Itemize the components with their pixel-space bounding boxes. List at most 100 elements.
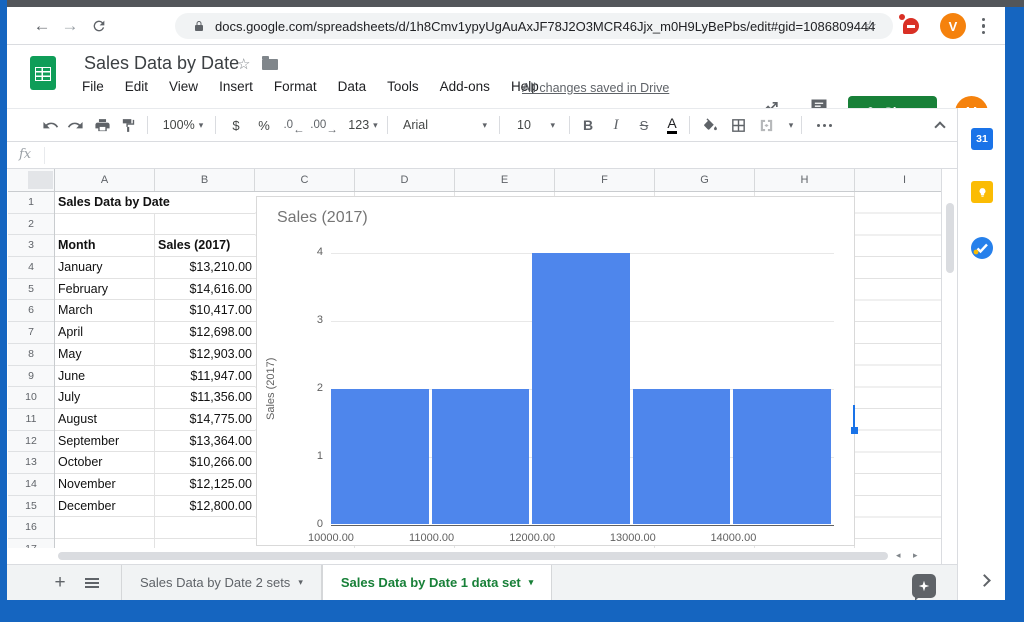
browser-profile-avatar[interactable]: V xyxy=(940,13,966,39)
menu-data[interactable]: Data xyxy=(338,79,367,94)
histogram-bar[interactable] xyxy=(532,253,630,524)
row-header-6[interactable]: 6 xyxy=(8,300,54,322)
menu-tools[interactable]: Tools xyxy=(387,79,419,94)
row-header-3[interactable]: 3 xyxy=(8,235,54,257)
row-header-12[interactable]: 12 xyxy=(8,431,54,453)
cell-empty[interactable] xyxy=(155,517,255,538)
histogram-bar[interactable] xyxy=(432,389,530,524)
back-button[interactable]: ← xyxy=(31,15,53,37)
sheet-tab-menu-caret[interactable]: ▾ xyxy=(298,577,303,588)
print-button[interactable] xyxy=(89,109,115,141)
cell-empty[interactable] xyxy=(55,517,155,538)
row-header-8[interactable]: 8 xyxy=(8,344,54,366)
cell-month[interactable]: December xyxy=(55,496,155,517)
menu-insert[interactable]: Insert xyxy=(219,79,253,94)
cell-empty[interactable] xyxy=(155,214,255,235)
histogram-bar[interactable] xyxy=(331,389,429,524)
histogram-bar[interactable] xyxy=(733,389,831,524)
row-header-4[interactable]: 4 xyxy=(8,257,54,279)
column-header-I[interactable]: I xyxy=(855,169,941,191)
zoom-select[interactable]: 100%▾ xyxy=(155,109,211,141)
column-header-B[interactable]: B xyxy=(155,169,255,191)
sheet-tab-1-data-set[interactable]: Sales Data by Date 1 data set▾ xyxy=(322,565,552,600)
row-header-11[interactable]: 11 xyxy=(8,409,54,431)
scroll-right-icon[interactable]: ▸ xyxy=(913,550,918,561)
format-currency-button[interactable]: $ xyxy=(225,109,247,141)
document-title[interactable]: Sales Data by Date xyxy=(84,53,239,74)
cell-month[interactable]: November xyxy=(55,474,155,495)
decrease-decimal-button[interactable]: .0← xyxy=(281,109,307,141)
sheet-tab-2-sets[interactable]: Sales Data by Date 2 sets▾ xyxy=(121,565,322,600)
sheets-logo-icon[interactable] xyxy=(30,56,56,90)
row-header-1[interactable]: 1 xyxy=(8,192,54,214)
undo-button[interactable] xyxy=(37,109,63,141)
paint-format-button[interactable] xyxy=(115,109,141,141)
more-toolbar-button[interactable] xyxy=(809,109,839,141)
cell-month[interactable]: August xyxy=(55,409,155,430)
cell-month[interactable]: June xyxy=(55,366,155,387)
cell-sales-value[interactable]: $10,417.00 xyxy=(155,300,255,321)
select-all-corner[interactable] xyxy=(8,169,55,192)
text-color-button[interactable]: A xyxy=(659,109,685,141)
row-header-13[interactable]: 13 xyxy=(8,452,54,474)
number-format-button[interactable]: 123▾ xyxy=(343,109,383,141)
vertical-scrollbar[interactable] xyxy=(941,169,957,564)
redo-button[interactable] xyxy=(63,109,89,141)
row-header-17[interactable]: 17 xyxy=(8,539,54,548)
extension-icon[interactable] xyxy=(903,18,919,34)
column-header-H[interactable]: H xyxy=(755,169,855,191)
sheet-tab-menu-caret[interactable]: ▾ xyxy=(529,577,534,588)
italic-button[interactable]: I xyxy=(603,109,629,141)
column-header-C[interactable]: C xyxy=(255,169,355,191)
cell-sales-value[interactable]: $12,800.00 xyxy=(155,496,255,517)
row-header-15[interactable]: 15 xyxy=(8,496,54,518)
cell-A1[interactable]: Sales Data by Date xyxy=(55,192,255,213)
cell-sales-value[interactable]: $14,775.00 xyxy=(155,409,255,430)
all-sheets-button[interactable] xyxy=(75,565,109,600)
strikethrough-button[interactable]: S xyxy=(631,109,657,141)
chart-resize-handle[interactable] xyxy=(851,427,858,434)
row-header-5[interactable]: 5 xyxy=(8,279,54,301)
cell-month[interactable]: March xyxy=(55,300,155,321)
cell-empty[interactable] xyxy=(155,539,255,548)
menu-file[interactable]: File xyxy=(82,79,104,94)
move-folder-icon[interactable] xyxy=(262,59,278,70)
menu-format[interactable]: Format xyxy=(274,79,317,94)
cell-month[interactable]: July xyxy=(55,387,155,408)
cell-sales-value[interactable]: $12,125.00 xyxy=(155,474,255,495)
cell-sales-value[interactable]: $14,616.00 xyxy=(155,279,255,300)
row-header-16[interactable]: 16 xyxy=(8,517,54,539)
vertical-scrollbar-thumb[interactable] xyxy=(946,203,954,273)
column-header-F[interactable]: F xyxy=(555,169,655,191)
forward-button[interactable]: → xyxy=(59,15,81,37)
cell-sales-value[interactable]: $12,698.00 xyxy=(155,322,255,343)
histogram-bar[interactable] xyxy=(633,389,731,524)
hide-toolbar-button[interactable] xyxy=(927,109,953,141)
menu-addons[interactable]: Add-ons xyxy=(440,79,490,94)
cell-month[interactable]: October xyxy=(55,452,155,473)
row-header-2[interactable]: 2 xyxy=(8,214,54,236)
cell-sales-value[interactable]: $13,364.00 xyxy=(155,431,255,452)
cell-month[interactable]: February xyxy=(55,279,155,300)
format-percent-button[interactable]: % xyxy=(253,109,275,141)
cell-sales-value[interactable]: $12,903.00 xyxy=(155,344,255,365)
horizontal-scrollbar-thumb[interactable] xyxy=(58,552,888,560)
fill-color-button[interactable] xyxy=(697,109,723,141)
menu-edit[interactable]: Edit xyxy=(125,79,148,94)
column-header-D[interactable]: D xyxy=(355,169,455,191)
column-header-G[interactable]: G xyxy=(655,169,755,191)
cell-empty[interactable] xyxy=(55,539,155,548)
scroll-left-icon[interactable]: ◂ xyxy=(896,550,901,561)
cell-month[interactable]: May xyxy=(55,344,155,365)
hide-side-panel-chevron[interactable] xyxy=(978,574,991,587)
bookmark-star-icon[interactable]: ☆ xyxy=(864,17,877,35)
menu-view[interactable]: View xyxy=(169,79,198,94)
refresh-button[interactable] xyxy=(88,15,110,37)
cell-month[interactable]: January xyxy=(55,257,155,278)
cell-sales-value[interactable]: $13,210.00 xyxy=(155,257,255,278)
explore-button[interactable] xyxy=(912,574,936,598)
cell-sales-value[interactable]: $11,356.00 xyxy=(155,387,255,408)
merge-options-caret[interactable]: ▾ xyxy=(783,109,799,141)
cell-empty[interactable] xyxy=(55,214,155,235)
column-header-A[interactable]: A xyxy=(55,169,155,191)
